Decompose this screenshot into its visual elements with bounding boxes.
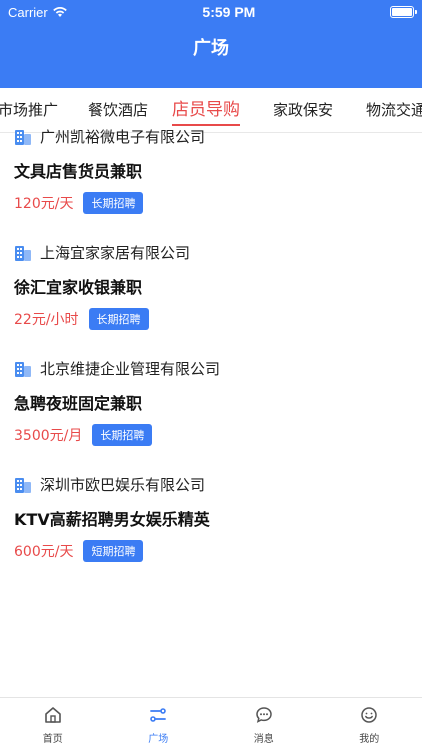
company-name: 广州凯裕微电子有限公司 [40, 128, 206, 146]
tabbar-home[interactable]: 首页 [0, 698, 106, 750]
tabbar-me-label: 我的 [359, 734, 380, 745]
salary: 22元/小时 [14, 312, 79, 328]
building-icon [15, 361, 31, 377]
tabbar-square-label: 广场 [148, 734, 169, 745]
wifi-icon [52, 6, 67, 17]
header: Carrier 5:59 PM 广场 [0, 0, 422, 88]
job-card[interactable]: 深圳市欧巴娱乐有限公司 KTV高薪招聘男女娱乐精英 600元/天 短期招聘 [0, 468, 422, 584]
building-icon [15, 245, 31, 261]
tabbar-square[interactable]: 广场 [106, 698, 212, 750]
battery-icon [390, 6, 417, 18]
status-badge: 长期招聘 [88, 308, 149, 330]
job-card[interactable]: 广州凯裕微电子有限公司 文具店售货员兼职 120元/天 长期招聘 [0, 120, 422, 236]
job-title: KTV高薪招聘男女娱乐精英 [14, 510, 210, 529]
bottom-tab-bar: 首页 广场 消息 我的 [0, 697, 422, 750]
tabbar-messages[interactable]: 消息 [211, 698, 317, 750]
company-name: 上海宜家家居有限公司 [40, 244, 191, 262]
status-badge: 长期招聘 [83, 192, 144, 214]
job-card[interactable]: 北京维捷企业管理有限公司 急聘夜班固定兼职 3500元/月 长期招聘 [0, 352, 422, 468]
status-badge: 长期招聘 [92, 424, 153, 446]
message-icon [255, 707, 272, 723]
page-title: 广场 [193, 38, 229, 59]
job-card[interactable]: 上海宜家家居有限公司 徐汇宜家收银兼职 22元/小时 长期招聘 [0, 236, 422, 352]
job-title: 急聘夜班固定兼职 [14, 394, 143, 413]
smile-icon [361, 707, 377, 723]
tabbar-me[interactable]: 我的 [317, 698, 422, 750]
job-title: 徐汇宜家收银兼职 [14, 278, 143, 297]
tabbar-messages-label: 消息 [253, 734, 274, 745]
company-name: 深圳市欧巴娱乐有限公司 [40, 476, 206, 494]
job-list: 广州凯裕微电子有限公司 文具店售货员兼职 120元/天 长期招聘 上海宜家家居有… [0, 120, 422, 584]
status-badge: 短期招聘 [83, 540, 144, 562]
job-title: 文具店售货员兼职 [14, 162, 143, 181]
salary: 3500元/月 [14, 428, 83, 444]
home-icon [44, 707, 61, 723]
salary: 600元/天 [14, 544, 74, 560]
carrier-label: Carrier [8, 4, 48, 20]
tabbar-home-label: 首页 [42, 734, 63, 745]
salary: 120元/天 [14, 196, 74, 212]
status-time: 5:59 PM [202, 4, 256, 20]
status-bar: Carrier 5:59 PM [0, 0, 422, 24]
building-icon [15, 477, 31, 493]
company-name: 北京维捷企业管理有限公司 [40, 360, 221, 378]
building-icon [15, 129, 31, 145]
square-icon [150, 708, 167, 722]
